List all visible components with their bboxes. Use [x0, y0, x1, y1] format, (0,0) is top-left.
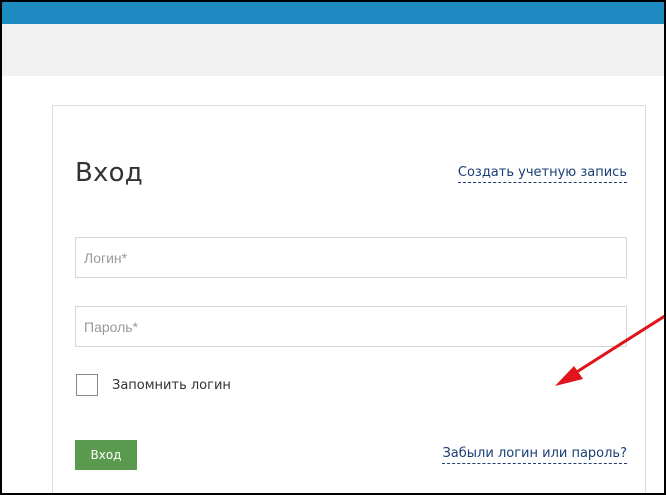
top-bar: [2, 2, 664, 24]
login-input[interactable]: [75, 237, 627, 278]
login-title: Вход: [75, 158, 143, 188]
remember-checkbox[interactable]: [76, 374, 98, 396]
subheader-bar: [2, 24, 664, 76]
password-input[interactable]: [75, 306, 627, 347]
remember-label: Запомнить логин: [112, 377, 231, 393]
create-account-link[interactable]: Создать учетную запись: [457, 165, 627, 183]
login-button[interactable]: Вход: [75, 440, 137, 470]
login-panel: Вход Создать учетную запись Запомнить ло…: [52, 105, 646, 493]
forgot-password-link[interactable]: Забыли логин или пароль?: [442, 446, 627, 464]
remember-row: Запомнить логин: [76, 374, 231, 396]
screenshot-frame: Вход Создать учетную запись Запомнить ло…: [0, 0, 666, 495]
